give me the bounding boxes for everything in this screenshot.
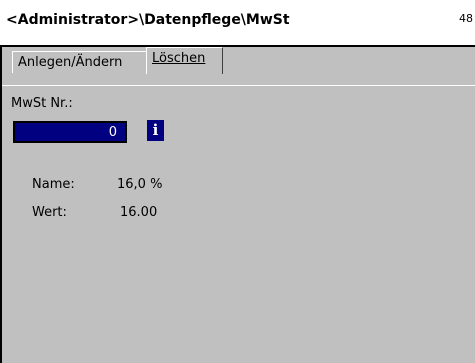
- wert-label: Wert:: [32, 205, 67, 220]
- name-label: Name:: [32, 177, 75, 192]
- title-bar: <Administrator>\Datenpflege\MwSt 48: [0, 0, 475, 47]
- tab-divider: [2, 85, 475, 86]
- mwst-nr-label: MwSt Nr.:: [11, 96, 73, 111]
- title-right-text: 48: [459, 12, 473, 25]
- tab-loeschen[interactable]: Löschen: [146, 47, 223, 74]
- tab-anlegen-aendern[interactable]: Anlegen/Ändern: [12, 51, 148, 73]
- info-icon[interactable]: i: [147, 120, 164, 141]
- mwst-nr-input[interactable]: 0: [13, 121, 127, 143]
- tab-label: Anlegen/Ändern: [18, 55, 123, 70]
- name-value: 16,0 %: [117, 177, 163, 192]
- tab-label: Löschen: [152, 51, 206, 66]
- main-panel: Anlegen/Ändern Löschen MwSt Nr.: 0 i Nam…: [0, 47, 475, 363]
- wert-value: 16.00: [120, 205, 158, 220]
- window-title: <Administrator>\Datenpflege\MwSt: [6, 12, 290, 28]
